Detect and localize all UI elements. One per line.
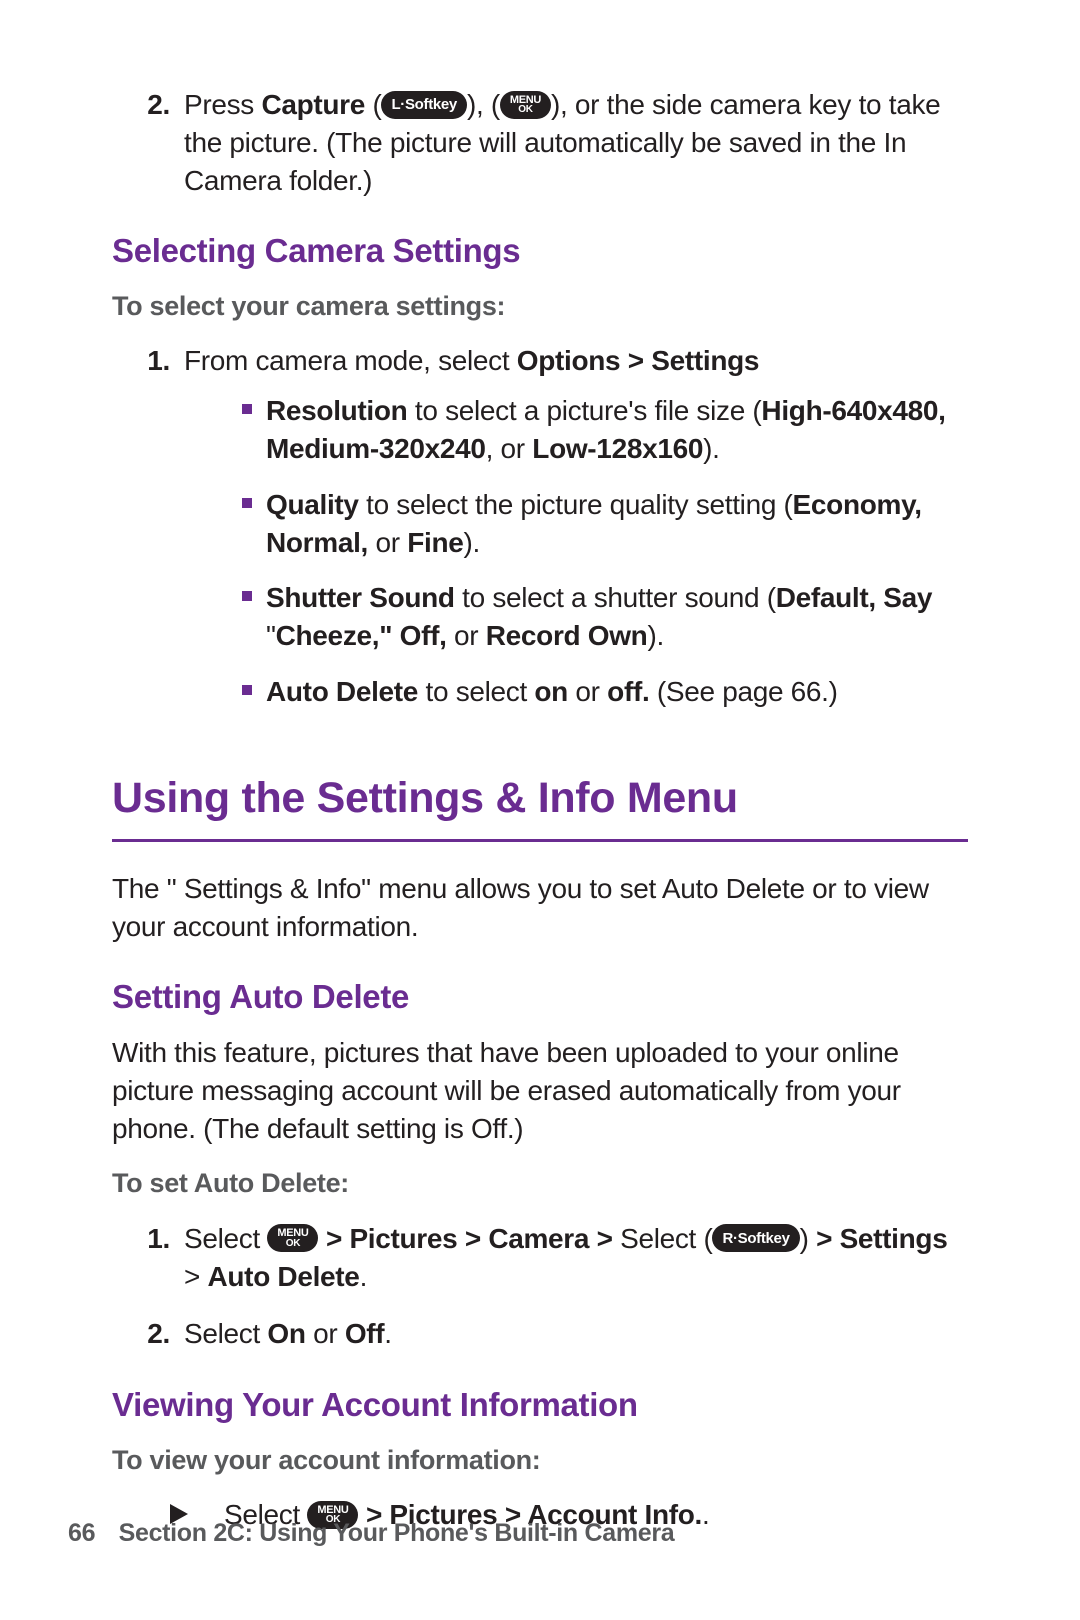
section-title: Section 2C: Using Your Phone's Built-in … xyxy=(119,1519,675,1547)
bullet-auto-delete: Auto Delete to select on or off. (See pa… xyxy=(242,673,968,711)
heading-setting-auto-delete: Setting Auto Delete xyxy=(112,975,968,1020)
text: to select a shutter sound ( xyxy=(455,582,776,613)
page-number: 66 xyxy=(68,1519,112,1548)
step-body: Select On or Off. xyxy=(184,1315,968,1353)
text: to select xyxy=(418,676,534,707)
menu-ok-icon: MENUOK xyxy=(267,1224,318,1252)
step-body: Select MENUOK > Pictures > Camera > Sele… xyxy=(184,1220,968,1296)
opt: on xyxy=(534,676,568,707)
opt: off. xyxy=(607,676,649,707)
text: . xyxy=(360,1261,367,1292)
page-footer: 66 Section 2C: Using Your Phone's Built-… xyxy=(68,1519,968,1548)
text: ). xyxy=(463,527,479,558)
intro-select: To select your camera settings: xyxy=(112,288,968,324)
opt: Cheeze," Off, xyxy=(276,620,447,651)
square-bullet-icon xyxy=(242,404,252,414)
page: 2. Press Capture (L·Softkey), (MENUOK), … xyxy=(0,0,1080,1620)
heading-viewing-account-info: Viewing Your Account Information xyxy=(112,1383,968,1428)
text: to select the picture quality setting ( xyxy=(359,489,793,520)
list-number: 1. xyxy=(112,1220,184,1296)
opt: Default, Say xyxy=(776,582,932,613)
step-2-capture: 2. Press Capture (L·Softkey), (MENUOK), … xyxy=(112,86,968,199)
text: or xyxy=(447,620,486,651)
list-number: 2. xyxy=(112,1315,184,1353)
heading-using-settings-info: Using the Settings & Info Menu xyxy=(112,769,968,835)
text: Select xyxy=(184,1223,267,1254)
square-bullet-icon xyxy=(242,591,252,601)
intro-auto-delete: To set Auto Delete: xyxy=(112,1165,968,1201)
text: to select a picture's file size ( xyxy=(407,395,761,426)
heading-selecting-camera-settings: Selecting Camera Settings xyxy=(112,229,968,274)
on: On xyxy=(267,1318,305,1349)
text: . xyxy=(384,1318,391,1349)
text: ( xyxy=(365,89,381,120)
text: ), ( xyxy=(467,89,500,120)
list-number: 2. xyxy=(112,86,184,199)
options-settings: Options > Settings xyxy=(517,345,759,376)
bullet-shutter-sound: Shutter Sound to select a shutter sound … xyxy=(242,579,968,655)
bullet-quality: Quality to select the picture quality se… xyxy=(242,486,968,562)
square-bullet-icon xyxy=(242,498,252,508)
text: Select ( xyxy=(613,1223,713,1254)
step-1-options-settings: 1. From camera mode, select Options > Se… xyxy=(112,342,968,728)
text: , or xyxy=(486,433,533,464)
path: > Pictures > Camera > xyxy=(326,1223,613,1254)
text: (See page 66.) xyxy=(649,676,837,707)
text: ). xyxy=(647,620,663,651)
text: or xyxy=(368,527,407,558)
bullet-resolution: Resolution to select a picture's file si… xyxy=(242,392,968,468)
lead: Quality xyxy=(266,489,359,520)
settings-info-intro: The " Settings & Info" menu allows you t… xyxy=(112,870,968,946)
intro-account-info: To view your account information: xyxy=(112,1442,968,1478)
r-softkey-icon: R·Softkey xyxy=(712,1224,799,1252)
text: From camera mode, select xyxy=(184,345,517,376)
opt: Low-128x160 xyxy=(532,433,703,464)
ad-step-1: 1. Select MENUOK > Pictures > Camera > S… xyxy=(112,1220,968,1296)
opt: Fine xyxy=(407,527,463,558)
text: " xyxy=(266,620,276,651)
square-bullet-icon xyxy=(242,685,252,695)
text: ) xyxy=(800,1223,816,1254)
lead: Resolution xyxy=(266,395,407,426)
text: Press xyxy=(184,89,261,120)
settings-bullets: Resolution to select a picture's file si… xyxy=(242,392,968,711)
text: ). xyxy=(703,433,719,464)
ad-step-2: 2. Select On or Off. xyxy=(112,1315,968,1353)
menu-ok-icon: MENUOK xyxy=(500,91,551,119)
path: Auto Delete xyxy=(208,1261,360,1292)
auto-delete-description: With this feature, pictures that have be… xyxy=(112,1034,968,1147)
capture-label: Capture xyxy=(261,89,365,120)
l-softkey-icon: L·Softkey xyxy=(381,91,466,119)
off: Off xyxy=(345,1318,384,1349)
text: or xyxy=(568,676,607,707)
list-number: 1. xyxy=(112,342,184,728)
path: > Settings xyxy=(816,1223,947,1254)
text xyxy=(318,1223,325,1254)
opt: Record Own xyxy=(486,620,648,651)
heading-rule xyxy=(112,839,968,842)
content: 2. Press Capture (L·Softkey), (MENUOK), … xyxy=(112,86,968,1534)
lead: Auto Delete xyxy=(266,676,418,707)
text: > xyxy=(184,1261,208,1292)
text: or xyxy=(306,1318,345,1349)
step-body: From camera mode, select Options > Setti… xyxy=(184,342,968,728)
step-body: Press Capture (L·Softkey), (MENUOK), or … xyxy=(184,86,968,199)
lead: Shutter Sound xyxy=(266,582,455,613)
text: Select xyxy=(184,1318,267,1349)
